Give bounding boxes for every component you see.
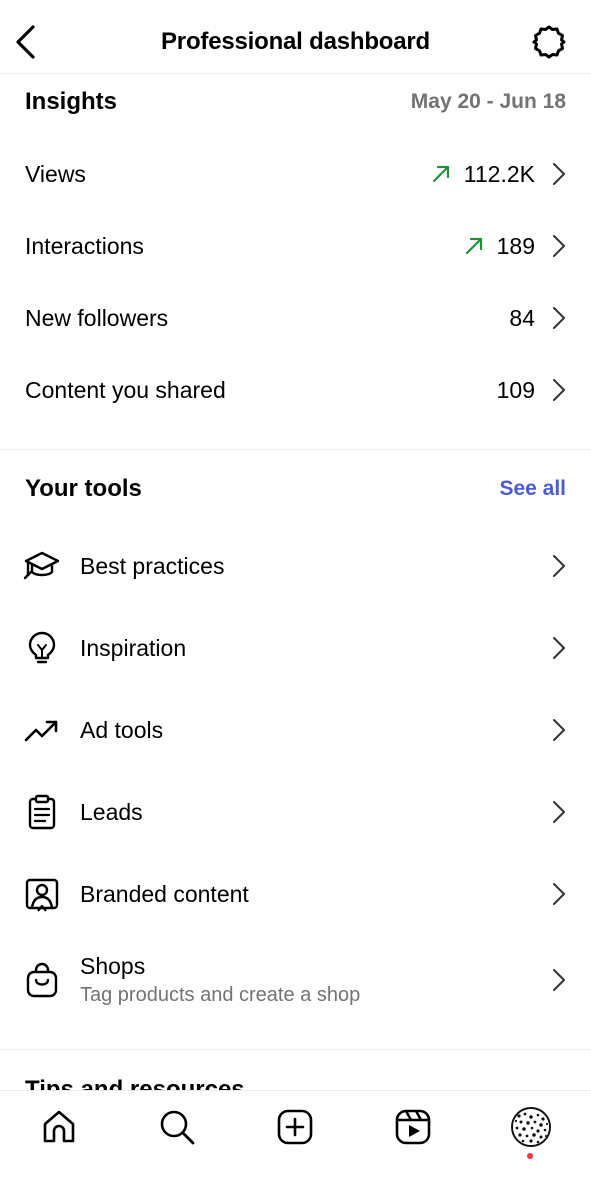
trend-up-arrow-icon: [461, 233, 487, 259]
tool-row-shops[interactable]: Shops Tag products and create a shop: [22, 942, 569, 1018]
tools-header: Your tools See all: [25, 469, 566, 509]
date-range[interactable]: May 20 - Jun 18: [411, 90, 566, 114]
metric-label: Content you shared: [25, 376, 226, 403]
metric-row-interactions[interactable]: Interactions 189: [25, 221, 569, 271]
tool-text: Leads: [80, 799, 549, 826]
settings-button[interactable]: [529, 22, 569, 62]
metric-label: Interactions: [25, 232, 144, 259]
tool-label: Leads: [80, 798, 143, 825]
nav-profile[interactable]: [509, 1105, 553, 1149]
trend-up-arrow-icon: [428, 161, 454, 187]
metric-value: 112.2K: [463, 160, 535, 187]
home-icon: [43, 1110, 75, 1143]
tool-text: Shops Tag products and create a shop: [80, 953, 549, 1007]
see-all-link[interactable]: See all: [499, 477, 566, 501]
nav-home[interactable]: [37, 1105, 81, 1149]
chevron-right-icon: [549, 799, 569, 825]
create-icon: [277, 1109, 313, 1145]
tool-row-branded-content[interactable]: Branded content: [22, 863, 569, 925]
metric-value: 109: [496, 376, 535, 403]
metric-value: 84: [509, 304, 535, 331]
insights-title: Insights: [25, 88, 118, 115]
tool-label: Inspiration: [80, 634, 187, 661]
metric-label: New followers: [25, 304, 169, 331]
metric-row-new-followers[interactable]: New followers 84: [25, 293, 569, 343]
branded-content-icon: [22, 874, 62, 914]
tool-row-best-practices[interactable]: Best practices: [22, 535, 569, 597]
chevron-right-icon: [549, 967, 569, 993]
gear-icon: [532, 25, 566, 59]
nav-search[interactable]: [155, 1105, 199, 1149]
chevron-right-icon: [549, 635, 569, 661]
trend-up-icon: [22, 710, 62, 750]
tool-label: Branded content: [80, 880, 249, 907]
bottom-nav: [0, 1090, 591, 1189]
search-icon: [160, 1110, 195, 1145]
nav-create[interactable]: [273, 1105, 317, 1149]
top-bar: Professional dashboard: [0, 0, 591, 74]
metric-label: Views: [25, 160, 86, 187]
tool-label: Ad tools: [80, 716, 164, 743]
chevron-right-icon: [549, 233, 569, 259]
chevron-right-icon: [549, 553, 569, 579]
tool-sublabel: Tag products and create a shop: [80, 984, 361, 1006]
tool-row-ad-tools[interactable]: Ad tools: [22, 699, 569, 761]
insights-header: Insights May 20 - Jun 18: [25, 82, 566, 122]
reels-icon: [395, 1109, 431, 1145]
chevron-right-icon: [549, 377, 569, 403]
tool-text: Inspiration: [80, 635, 549, 662]
nav-reels[interactable]: [391, 1105, 435, 1149]
section-divider: [0, 449, 591, 450]
tool-row-leads[interactable]: Leads: [22, 781, 569, 843]
tips-section-title: Tips and resources: [25, 1076, 245, 1090]
lightbulb-icon: [22, 628, 62, 668]
tool-row-inspiration[interactable]: Inspiration: [22, 617, 569, 679]
shopping-bag-icon: [22, 960, 62, 1000]
profile-avatar: [511, 1107, 551, 1147]
chevron-right-icon: [549, 305, 569, 331]
section-divider: [0, 1049, 591, 1050]
notification-dot: [527, 1153, 533, 1159]
metric-row-views[interactable]: Views 112.2K: [25, 149, 569, 199]
tools-title: Your tools: [25, 475, 142, 502]
chevron-right-icon: [549, 717, 569, 743]
chevron-right-icon: [549, 881, 569, 907]
tool-label: Best practices: [80, 552, 225, 579]
metric-row-content-shared[interactable]: Content you shared 109: [25, 365, 569, 415]
tool-text: Ad tools: [80, 717, 549, 744]
tool-label: Shops: [80, 953, 146, 979]
chevron-right-icon: [549, 161, 569, 187]
tool-text: Branded content: [80, 881, 549, 908]
graduation-cap-icon: [22, 546, 62, 586]
metric-value: 189: [496, 232, 535, 259]
page-title: Professional dashboard: [161, 28, 430, 55]
clipboard-icon: [22, 792, 62, 832]
tool-text: Best practices: [80, 553, 549, 580]
